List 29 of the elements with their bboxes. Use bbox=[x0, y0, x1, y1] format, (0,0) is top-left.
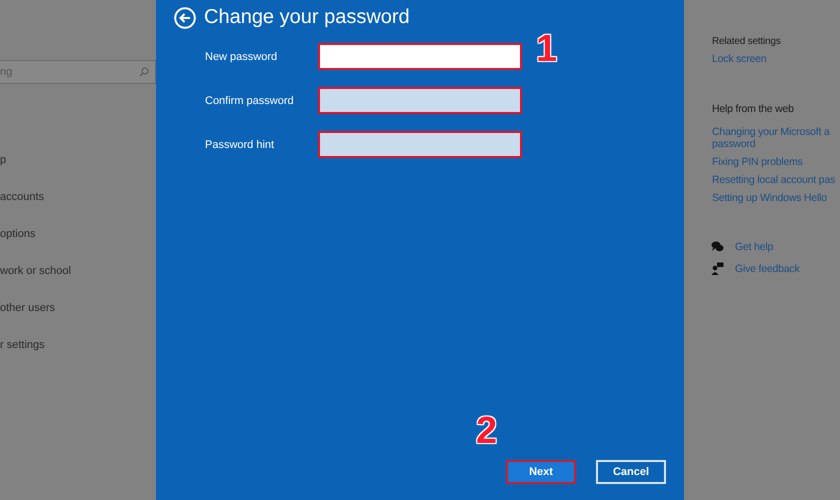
settings-link[interactable]: Lock screen bbox=[712, 53, 840, 65]
field-label: New password bbox=[205, 50, 278, 62]
chat-bubbles-icon bbox=[711, 240, 724, 253]
annotation-number: 2 bbox=[476, 412, 498, 450]
section-heading: Help from the web bbox=[712, 103, 795, 115]
help-link[interactable]: Fixing PIN problems bbox=[712, 156, 840, 168]
nav-item[interactable]: options bbox=[0, 226, 156, 242]
field-label: Password hint bbox=[205, 138, 276, 150]
help-link[interactable]: Setting up Windows Hello bbox=[712, 192, 840, 204]
person-feedback-icon bbox=[711, 262, 724, 275]
section-heading: Related settings bbox=[712, 36, 782, 47]
field-label: Confirm password bbox=[205, 94, 295, 106]
annotation-number: 1 bbox=[536, 30, 558, 68]
help-link[interactable]: Changing your Microsoft a password bbox=[712, 126, 838, 150]
action-link[interactable]: Get help bbox=[735, 240, 774, 252]
password-field[interactable] bbox=[318, 131, 522, 158]
dialog-title: Change your password bbox=[204, 6, 410, 29]
cancel-button[interactable]: Cancel bbox=[596, 460, 666, 484]
action-link[interactable]: Give feedback bbox=[735, 262, 800, 274]
nav-item[interactable]: work or school bbox=[0, 263, 156, 279]
help-link[interactable]: Resetting local account pas bbox=[712, 174, 840, 186]
password-field[interactable] bbox=[318, 87, 522, 114]
nav-item[interactable]: other users bbox=[0, 300, 156, 316]
nav-item[interactable]: r settings bbox=[0, 337, 156, 353]
next-button[interactable]: Next bbox=[506, 460, 576, 484]
search-icon bbox=[139, 67, 149, 77]
nav-item[interactable]: p bbox=[0, 152, 156, 168]
password-field[interactable] bbox=[318, 43, 522, 70]
nav-item[interactable]: accounts bbox=[0, 189, 156, 205]
